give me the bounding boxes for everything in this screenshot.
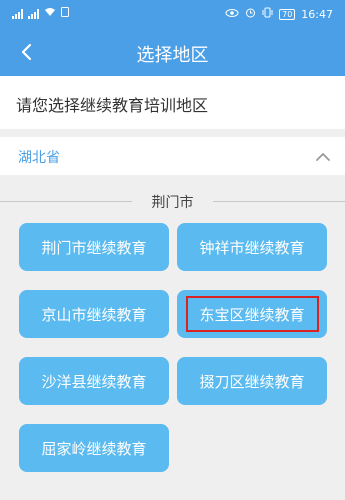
status-right: 70 16:47 bbox=[225, 7, 333, 21]
eye-icon bbox=[225, 8, 239, 21]
region-button[interactable]: 钟祥市继续教育 bbox=[177, 223, 327, 271]
app-bar: 选择地区 bbox=[0, 28, 345, 76]
signal-icon bbox=[12, 8, 23, 19]
region-button[interactable]: 屈家岭继续教育 bbox=[19, 424, 169, 472]
status-bar: 70 16:47 bbox=[0, 0, 345, 28]
province-label: 湖北省 bbox=[18, 150, 60, 166]
status-time: 16:47 bbox=[301, 7, 333, 21]
province-row[interactable]: 湖北省 bbox=[0, 137, 345, 175]
page-title: 选择地区 bbox=[136, 45, 209, 66]
region-button[interactable]: 京山市继续教育 bbox=[19, 290, 169, 338]
vibrate-icon bbox=[262, 7, 273, 21]
region-button[interactable]: 荆门市继续教育 bbox=[19, 223, 169, 271]
divider-line bbox=[213, 201, 345, 202]
sim-icon bbox=[61, 7, 69, 20]
signal-icon bbox=[28, 8, 39, 19]
status-left bbox=[12, 7, 69, 20]
divider-line bbox=[0, 201, 132, 202]
wifi-icon bbox=[44, 7, 56, 20]
selection-highlight bbox=[186, 296, 319, 332]
city-label: 荆门市 bbox=[151, 195, 194, 211]
city-divider: 荆门市 bbox=[0, 190, 345, 212]
alarm-icon bbox=[245, 7, 256, 21]
region-button[interactable]: 沙洋县继续教育 bbox=[19, 357, 169, 405]
chevron-up-icon[interactable] bbox=[313, 146, 333, 166]
battery-icon: 70 bbox=[279, 8, 296, 20]
instruction-text: 请您选择继续教育培训地区 bbox=[0, 76, 345, 129]
region-button[interactable]: 掇刀区继续教育 bbox=[177, 357, 327, 405]
